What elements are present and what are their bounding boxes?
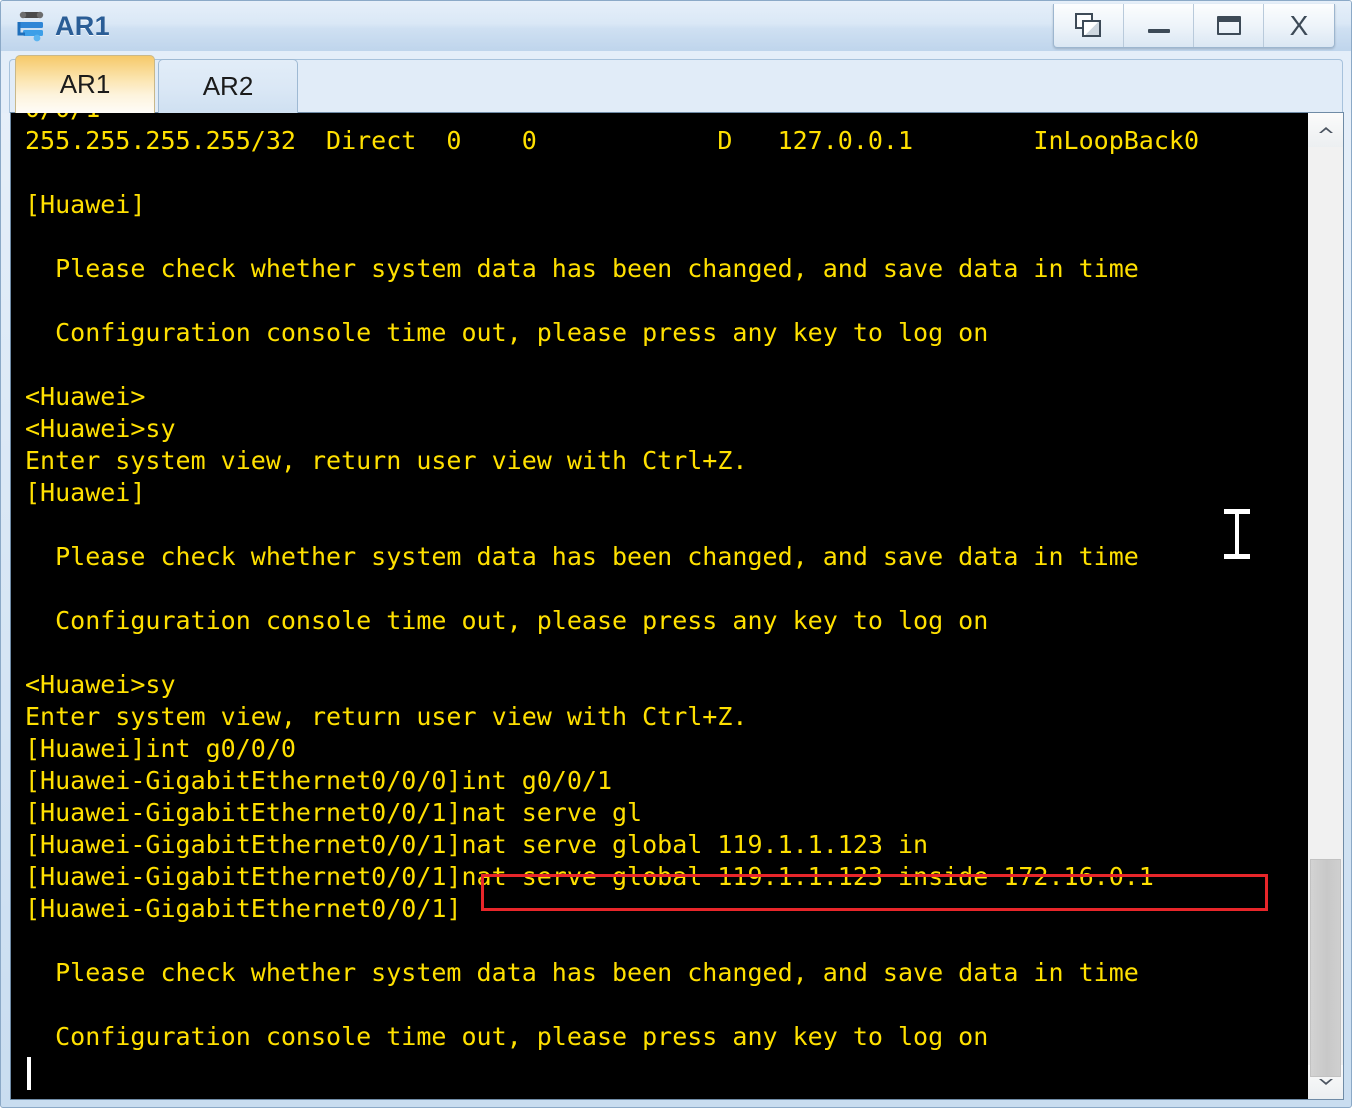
terminal-panel: 0/0/1255.255.255.255/32 Direct 0 0 D 127… [10,112,1344,1100]
restore-windows-button[interactable] [1054,4,1124,47]
close-icon: X [1289,9,1309,41]
scrollbar-up-button[interactable] [1308,113,1343,147]
terminal-line: [Huawei]int g0/0/0 [25,734,296,763]
terminal-line: [Huawei-GigabitEthernet0/0/1]nat serve g… [25,862,1154,891]
tab-ar1[interactable]: AR1 [15,55,155,113]
terminal-scrollbar[interactable] [1307,113,1343,1099]
terminal-line: Configuration console time out, please p… [25,1022,989,1051]
minimize-icon [1147,28,1170,33]
terminal-line: [Huawei] [25,190,146,219]
maximize-icon [1216,16,1241,35]
terminal-line: 0/0/1 [25,113,1199,125]
terminal-line: Please check whether system data has bee… [25,542,1139,571]
title-bar: AR1 X [1,1,1351,51]
chevron-up-icon [1318,127,1333,133]
terminal-line: <Huawei> [25,382,146,411]
terminal-text: 0/0/1255.255.255.255/32 Direct 0 0 D 127… [25,113,1199,1053]
minimize-button[interactable] [1124,4,1194,47]
terminal-line: [Huawei-GigabitEthernet0/0/1] [25,894,462,923]
router-icon [15,9,49,43]
window-title: AR1 [55,10,110,41]
scrollbar-track[interactable] [1308,147,1343,1077]
terminal-caret [27,1057,31,1090]
window-controls: X [1053,4,1335,48]
tab-ar2-label: AR2 [202,71,254,101]
terminal-line: Configuration console time out, please p… [25,606,989,635]
terminal-line: [Huawei] [25,478,146,507]
terminal-output[interactable]: 0/0/1255.255.255.255/32 Direct 0 0 D 127… [11,113,1307,1099]
terminal-line: Configuration console time out, please p… [25,318,989,347]
tab-ar2[interactable]: AR2 [158,59,298,113]
terminal-line: [Huawei-GigabitEthernet0/0/1]nat serve g… [25,830,929,859]
terminal-line: Enter system view, return user view with… [25,446,748,475]
terminal-line: Enter system view, return user view with… [25,702,748,731]
terminal-line: [Huawei-GigabitEthernet0/0/1]nat serve g… [25,798,643,827]
maximize-button[interactable] [1194,4,1264,47]
terminal-line: [Huawei-GigabitEthernet0/0/0]int g0/0/1 [25,766,612,795]
terminal-line: Please check whether system data has bee… [25,254,1139,283]
terminal-line: <Huawei>sy [25,670,176,699]
close-button[interactable]: X [1264,4,1334,47]
terminal-line: Please check whether system data has bee… [25,958,1139,987]
terminal-line: <Huawei>sy [25,414,176,443]
cascade-windows-icon [1074,12,1103,39]
terminal-line: 255.255.255.255/32 Direct 0 0 D 127.0.0.… [25,126,1199,155]
mouse-ibeam-cursor [1224,509,1250,559]
router-cli-window: AR1 X AR1 AR2 255.255.255.255/32 Direct … [0,0,1352,1108]
tab-ar1-label: AR1 [59,69,111,99]
tab-strip: AR1 AR2 [1,51,1351,113]
scrollbar-thumb[interactable] [1310,859,1341,1077]
chevron-down-icon [1318,1079,1333,1085]
